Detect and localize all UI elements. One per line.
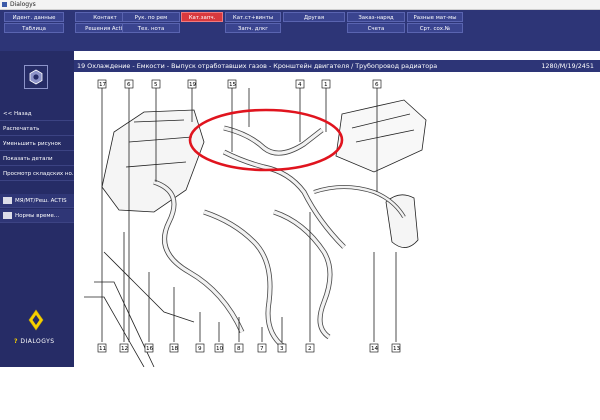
menu-saved-numbers[interactable]: Срт. сох.№ [407, 23, 463, 33]
callout-19[interactable]: 19 [187, 79, 197, 89]
shrink-image-button[interactable]: Уменьшить рисунок [0, 137, 74, 151]
svg-text:1: 1 [324, 82, 328, 88]
menu-parts-catalog[interactable]: Кат.запч. [181, 12, 223, 22]
svg-text:10: 10 [216, 346, 224, 352]
callout-15[interactable]: 15 [227, 79, 237, 89]
svg-text:6: 6 [127, 82, 131, 88]
menu-table[interactable]: Таблица [4, 23, 64, 33]
svg-text:15: 15 [229, 82, 237, 88]
top-menu-bar: Идент. данные Контакт Рук. по рем Кат.за… [0, 10, 600, 51]
actis-icon [3, 197, 12, 204]
callout-18[interactable]: 18 [169, 343, 179, 353]
callout-10[interactable]: 10 [214, 343, 224, 353]
window-titlebar: Dialogys [0, 0, 600, 10]
norms-icon [3, 212, 12, 219]
svg-text:2: 2 [308, 346, 312, 352]
callout-1[interactable]: 1 [321, 79, 331, 89]
svg-text:4: 4 [298, 82, 302, 88]
app-icon [2, 2, 7, 7]
callout-7[interactable]: 7 [257, 343, 267, 353]
callout-8[interactable]: 8 [234, 343, 244, 353]
show-details-button[interactable]: Показать детали [0, 152, 74, 166]
svg-text:13: 13 [393, 346, 401, 352]
svg-text:8: 8 [237, 346, 241, 352]
menu-work-order[interactable]: Заказ-наряд [347, 12, 405, 22]
callout-6a[interactable]: 6 [124, 79, 134, 89]
menu-other[interactable]: Другая [283, 12, 345, 22]
callout-2[interactable]: 2 [305, 343, 315, 353]
stock-view-button[interactable]: Просмотр складских но... [0, 167, 74, 181]
menu-invoices[interactable]: Счета [347, 23, 405, 33]
menu-misc-materials[interactable]: Разные мат-мы [407, 12, 463, 22]
svg-text:11: 11 [99, 346, 107, 352]
diagram-reference: 1280/M/19/2451 [541, 62, 594, 70]
menu-identification[interactable]: Идент. данные [4, 12, 64, 22]
svg-text:12: 12 [121, 346, 128, 352]
empty-bottom-area [0, 367, 600, 420]
svg-text:5: 5 [154, 82, 158, 88]
svg-text:14: 14 [371, 346, 379, 352]
callout-9[interactable]: 9 [195, 343, 205, 353]
brand-label: DIALOGYS [20, 338, 55, 345]
menu-parts-long[interactable]: Запч. длкг [225, 23, 281, 33]
parts-diagram[interactable]: 17 6 5 19 15 4 1 6 11 12 16 18 9 10 8 7 … [74, 72, 600, 368]
svg-text:16: 16 [146, 346, 154, 352]
cooling-hoses-drawing: 17 6 5 19 15 4 1 6 11 12 16 18 9 10 8 7 … [84, 79, 427, 368]
svg-text:19: 19 [189, 82, 197, 88]
svg-text:9: 9 [198, 346, 202, 352]
callout-4[interactable]: 4 [295, 79, 305, 89]
window-title: Dialogys [10, 1, 36, 8]
callout-5[interactable]: 5 [151, 79, 161, 89]
callout-14[interactable]: 14 [369, 343, 379, 353]
callout-11[interactable]: 11 [97, 343, 107, 353]
renault-logo [28, 309, 44, 331]
callout-16[interactable]: 16 [144, 343, 154, 353]
actis-label: МЯ/МТ/Реш. ACTIS [15, 198, 67, 204]
svg-text:6: 6 [375, 82, 379, 88]
callout-13[interactable]: 13 [391, 343, 401, 353]
print-button[interactable]: Распечатать [0, 122, 74, 136]
sidebar: << Назад Распечатать Уменьшить рисунок П… [0, 51, 74, 367]
callout-12[interactable]: 12 [119, 343, 129, 353]
svg-text:17: 17 [99, 82, 107, 88]
highlight-ellipse [188, 108, 344, 172]
time-norms-button[interactable]: Нормы време... [0, 209, 74, 223]
svg-text:7: 7 [260, 346, 264, 352]
breadcrumb: 19 Охлаждение - Емкости - Выпуск отработ… [77, 62, 438, 70]
svg-text:18: 18 [171, 346, 179, 352]
dialogys-logo: ? DIALOGYS [14, 338, 55, 345]
svg-text:3: 3 [280, 346, 284, 352]
callout-6b[interactable]: 6 [372, 79, 382, 89]
callout-17[interactable]: 17 [97, 79, 107, 89]
hexagon-nut-icon [29, 69, 43, 85]
time-norms-label: Нормы време... [15, 213, 60, 219]
menu-bolts-catalog[interactable]: Кат.ст+винты [225, 12, 281, 22]
menu-repair-manual[interactable]: Рук. по рем [122, 12, 180, 22]
menu-tech-note[interactable]: Тех. нота [122, 23, 180, 33]
diagram-header: 19 Охлаждение - Емкости - Выпуск отработ… [74, 60, 600, 72]
callout-3[interactable]: 3 [277, 343, 287, 353]
parts-hexagon-logo[interactable] [24, 65, 48, 89]
actis-button[interactable]: МЯ/МТ/Реш. ACTIS [0, 194, 74, 208]
back-button[interactable]: << Назад [0, 107, 74, 121]
